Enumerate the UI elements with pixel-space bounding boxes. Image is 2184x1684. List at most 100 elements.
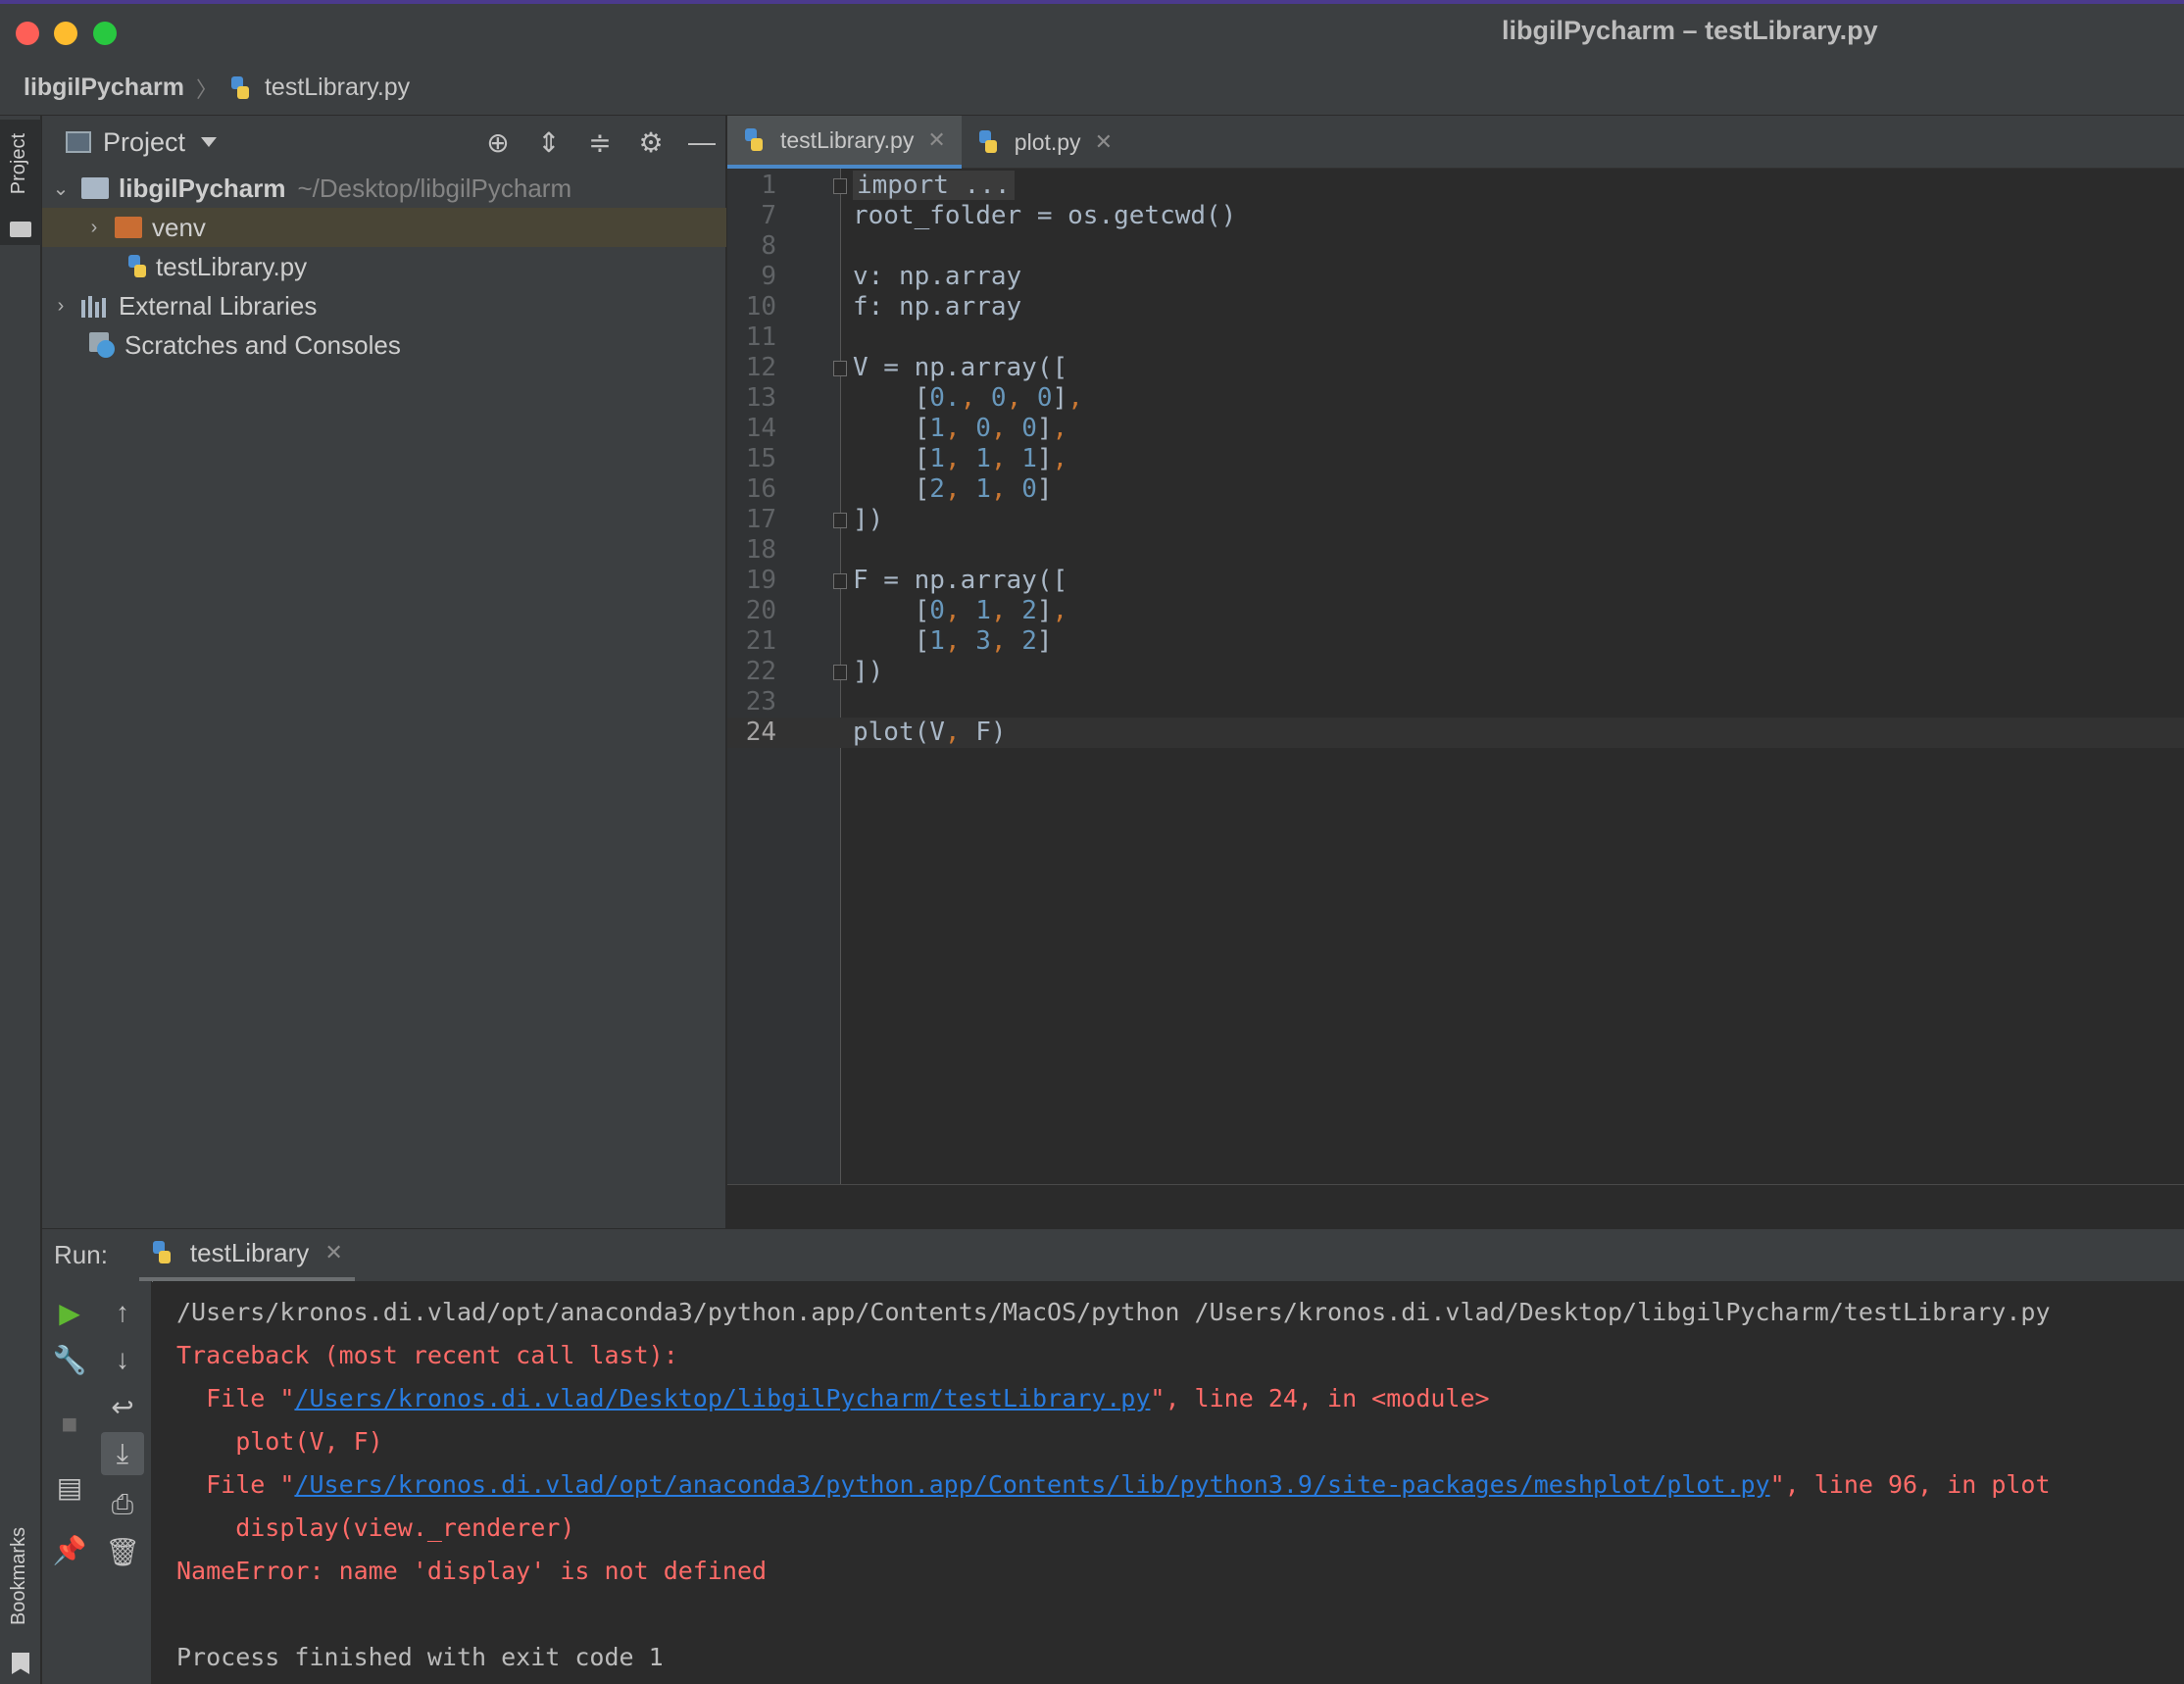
tab-plot[interactable]: plot.py ✕ xyxy=(962,116,1128,169)
tree-item-external-libraries[interactable]: › External Libraries xyxy=(42,286,726,325)
code-line[interactable]: 8 xyxy=(727,231,2184,262)
python-file-icon xyxy=(743,128,765,152)
project-strip-label: Project xyxy=(8,133,29,195)
code-text: V = np.array([ xyxy=(853,353,1068,382)
code-text: import ... xyxy=(853,171,1015,201)
code-editor[interactable]: 1 import ... 7 root_folder = os.getcwd() 8 9 v… xyxy=(727,169,2184,1184)
expand-all-icon[interactable]: ⇕ xyxy=(532,124,566,161)
run-toolbar: ▶ ↑ 🔧 ↓ ↩ ■ ⤓ ▤ ⎙ 📌 🗑 xyxy=(42,1281,152,1684)
locate-icon[interactable]: ⊕ xyxy=(481,124,515,161)
window-maximize-button[interactable] xyxy=(93,22,117,45)
window-minimize-button[interactable] xyxy=(54,22,77,45)
trash-icon[interactable]: 🗑 xyxy=(101,1530,144,1573)
code-line[interactable]: 16 [2, 1, 0] xyxy=(727,474,2184,505)
breadcrumb-file[interactable]: testLibrary.py xyxy=(229,74,410,102)
code-line[interactable]: 7 root_folder = os.getcwd() xyxy=(727,201,2184,231)
code-line[interactable]: 23 xyxy=(727,687,2184,718)
code-text: F = np.array([ xyxy=(853,566,1068,595)
soft-wrap-icon[interactable]: ↩ xyxy=(101,1385,144,1428)
run-label: Run: xyxy=(54,1240,108,1269)
code-line[interactable]: 24 plot(V, F) xyxy=(727,718,2184,748)
code-line[interactable]: 22]) xyxy=(727,657,2184,687)
folder-icon xyxy=(115,217,142,238)
chevron-right-icon[interactable]: › xyxy=(50,295,72,318)
console-traceback-header: Traceback (most recent call last): xyxy=(176,1341,678,1369)
left-tool-strip: Project Bookmarks xyxy=(0,116,41,1684)
stop-button[interactable]: ■ xyxy=(48,1403,91,1446)
up-arrow-icon[interactable]: ↑ xyxy=(101,1291,144,1334)
line-number: 10 xyxy=(745,292,776,322)
console-file-link[interactable]: /Users/kronos.di.vlad/Desktop/libgilPych… xyxy=(294,1384,1150,1412)
tree-item-testlibrary[interactable]: testLibrary.py xyxy=(42,247,726,286)
code-line[interactable]: 15 [1, 1, 1], xyxy=(727,444,2184,474)
tree-item-root[interactable]: ⌄ libgilPycharm ~/Desktop/libgilPycharm xyxy=(42,169,726,208)
console-file-link[interactable]: /Users/kronos.di.vlad/opt/anaconda3/pyth… xyxy=(294,1470,1769,1499)
close-icon[interactable]: ✕ xyxy=(324,1240,342,1265)
layout-icon[interactable]: ▤ xyxy=(48,1465,91,1509)
folder-icon xyxy=(10,222,31,237)
line-number: 21 xyxy=(745,626,776,656)
code-line[interactable]: 10 f: np.array xyxy=(727,292,2184,322)
tree-item-venv[interactable]: › venv xyxy=(42,208,726,247)
fold-icon[interactable] xyxy=(833,513,847,528)
line-number: 11 xyxy=(745,322,776,352)
gear-icon[interactable]: ⚙ xyxy=(634,124,668,161)
code-text: ]) xyxy=(853,657,884,686)
rerun-button[interactable]: ▶ xyxy=(48,1291,91,1334)
fold-icon[interactable] xyxy=(833,573,847,589)
down-arrow-icon[interactable]: ↓ xyxy=(101,1338,144,1381)
fold-icon[interactable] xyxy=(833,178,847,194)
print-icon[interactable]: ⎙ xyxy=(101,1483,144,1526)
tab-testlibrary[interactable]: testLibrary.py ✕ xyxy=(727,116,962,169)
collapse-all-icon[interactable]: ≑ xyxy=(583,124,617,161)
scroll-to-end-icon[interactable]: ⤓ xyxy=(101,1432,144,1475)
project-view-selector[interactable]: Project xyxy=(103,127,185,158)
close-icon[interactable]: ✕ xyxy=(927,127,945,153)
code-line[interactable]: 19 F = np.array([ xyxy=(727,566,2184,596)
line-number: 12 xyxy=(745,353,776,382)
editor-tab-bar: testLibrary.py ✕ plot.py ✕ xyxy=(727,116,2184,169)
console-command-line: /Users/kronos.di.vlad/opt/anaconda3/pyth… xyxy=(176,1298,2051,1326)
fold-icon[interactable] xyxy=(833,361,847,376)
line-number: 15 xyxy=(745,444,776,473)
run-console-output[interactable]: /Users/kronos.di.vlad/opt/anaconda3/pyth… xyxy=(153,1281,2184,1684)
chevron-down-icon[interactable]: ⌄ xyxy=(50,176,72,201)
line-number: 13 xyxy=(745,383,776,413)
window-close-button[interactable] xyxy=(16,22,39,45)
code-line[interactable]: 20 [0, 1, 2], xyxy=(727,596,2184,626)
line-number: 14 xyxy=(745,414,776,443)
chevron-down-icon[interactable] xyxy=(201,137,218,147)
wrench-icon[interactable]: 🔧 xyxy=(48,1338,91,1381)
code-line[interactable]: 14 [1, 0, 0], xyxy=(727,414,2184,444)
breadcrumb-project[interactable]: libgilPycharm xyxy=(24,74,184,102)
line-number: 23 xyxy=(745,687,776,717)
bookmarks-tool-window-button[interactable]: Bookmarks xyxy=(8,1527,30,1625)
tree-file-label: testLibrary.py xyxy=(156,251,308,281)
chevron-right-icon[interactable]: › xyxy=(83,217,105,239)
close-icon[interactable]: ✕ xyxy=(1095,129,1113,155)
project-panel: Project ⊕ ⇕ ≑ ⚙ — ⌄ libgilPycharm ~/Desk… xyxy=(42,116,726,1228)
code-line[interactable]: 11 xyxy=(727,322,2184,353)
minimize-icon[interactable]: — xyxy=(685,124,719,161)
title-bar: libgilPycharm – testLibrary.py xyxy=(0,0,2184,61)
console-file-suffix: ", line 24, in <module> xyxy=(1150,1384,1490,1412)
python-run-icon xyxy=(151,1241,173,1264)
fold-icon[interactable] xyxy=(833,665,847,680)
code-line[interactable]: 9 v: np.array xyxy=(727,262,2184,292)
line-number: 9 xyxy=(761,262,776,291)
code-line[interactable]: 17]) xyxy=(727,505,2184,535)
pin-icon[interactable]: 📌 xyxy=(48,1528,91,1571)
line-number: 8 xyxy=(761,231,776,261)
code-text: [1, 0, 0], xyxy=(853,414,1068,443)
code-line[interactable]: 1 import ... xyxy=(727,171,2184,201)
tree-external-label: External Libraries xyxy=(119,290,318,321)
code-line[interactable]: 18 xyxy=(727,535,2184,566)
code-text: [1, 1, 1], xyxy=(853,444,1068,473)
scratches-icon xyxy=(89,332,117,358)
code-line[interactable]: 13 [0., 0, 0], xyxy=(727,383,2184,414)
code-line[interactable]: 12 V = np.array([ xyxy=(727,353,2184,383)
run-tab-testlibrary[interactable]: testLibrary ✕ xyxy=(138,1229,355,1282)
tree-item-scratches[interactable]: Scratches and Consoles xyxy=(42,325,726,365)
project-tool-window-button[interactable]: Project xyxy=(0,120,41,245)
code-line[interactable]: 21 [1, 3, 2] xyxy=(727,626,2184,657)
